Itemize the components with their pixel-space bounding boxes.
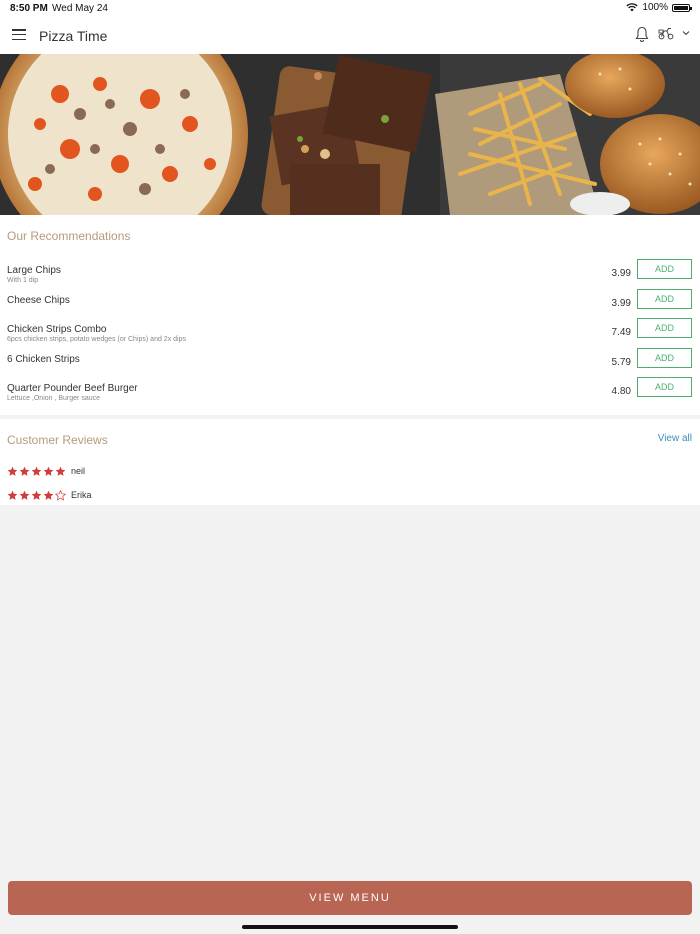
item-price: 7.49: [611, 327, 631, 338]
page-title: Pizza Time: [39, 28, 108, 44]
menu-item: Large Chips With 1 dip 3.99 ADD: [0, 259, 700, 289]
star-filled-icon: [19, 490, 30, 500]
item-price: 4.80: [611, 386, 631, 397]
item-description: Lettuce ,Onion , Burger sauce: [7, 395, 100, 402]
view-all-link[interactable]: View all: [658, 433, 692, 444]
section-title: Customer Reviews: [7, 433, 108, 447]
star-filled-icon: [55, 466, 66, 476]
menu-item: Chicken Strips Combo 6pcs chicken strips…: [0, 318, 700, 348]
hero-banner-image: [0, 54, 700, 215]
star-filled-icon: [7, 490, 18, 500]
item-name: Large Chips: [7, 265, 61, 276]
food-photo: [0, 54, 700, 215]
item-name: Quarter Pounder Beef Burger: [7, 383, 138, 394]
hamburger-menu-icon[interactable]: [12, 29, 26, 40]
status-time: 8:50 PM: [10, 3, 48, 14]
item-name: Cheese Chips: [7, 295, 70, 306]
star-filled-icon: [7, 466, 18, 476]
add-button[interactable]: ADD: [637, 377, 692, 397]
status-date: Wed May 24: [52, 3, 108, 14]
star-filled-icon: [43, 466, 54, 476]
item-price: 5.79: [611, 357, 631, 368]
reviewer-name: neil: [71, 466, 86, 476]
star-empty-icon: [55, 489, 66, 501]
add-button[interactable]: ADD: [637, 289, 692, 309]
chevron-down-icon[interactable]: [682, 30, 690, 36]
status-bar: 8:50 PM Wed May 24 100%: [0, 0, 700, 17]
add-button[interactable]: ADD: [637, 348, 692, 368]
view-menu-button[interactable]: VIEW MENU: [8, 881, 692, 915]
star-filled-icon: [43, 490, 54, 500]
menu-item: 6 Chicken Strips 5.79 ADD: [0, 348, 700, 378]
recommendations-section: Our Recommendations Large Chips With 1 d…: [0, 215, 700, 415]
reviewer-name: Erika: [71, 490, 92, 500]
item-name: Chicken Strips Combo: [7, 324, 107, 335]
battery-icon: [672, 3, 692, 12]
menu-item: Cheese Chips 3.99 ADD: [0, 289, 700, 319]
star-rating: [7, 466, 66, 477]
star-rating: [7, 489, 66, 501]
add-button[interactable]: ADD: [637, 259, 692, 279]
menu-item: Quarter Pounder Beef Burger Lettuce ,Oni…: [0, 377, 700, 407]
app-header: Pizza Time: [0, 17, 700, 54]
star-filled-icon: [31, 466, 42, 476]
battery-percent: 100%: [642, 2, 668, 13]
star-filled-icon: [19, 466, 30, 476]
add-button[interactable]: ADD: [637, 318, 692, 338]
wifi-icon: [626, 3, 639, 12]
review-row: neil: [7, 464, 85, 478]
item-name: 6 Chicken Strips: [7, 354, 80, 365]
delivery-scooter-icon[interactable]: [658, 27, 674, 40]
item-price: 3.99: [611, 298, 631, 309]
item-description: 6pcs chicken strips, potato wedges (or C…: [7, 336, 186, 343]
item-price: 3.99: [611, 268, 631, 279]
status-right: 100%: [626, 2, 692, 13]
bell-icon[interactable]: [635, 26, 649, 43]
section-title: Our Recommendations: [7, 229, 131, 243]
customer-reviews-section: Customer Reviews View all neil Erika: [0, 419, 700, 505]
item-description: With 1 dip: [7, 277, 39, 284]
star-filled-icon: [31, 490, 42, 500]
home-indicator: [242, 925, 458, 929]
review-row: Erika: [7, 488, 92, 502]
